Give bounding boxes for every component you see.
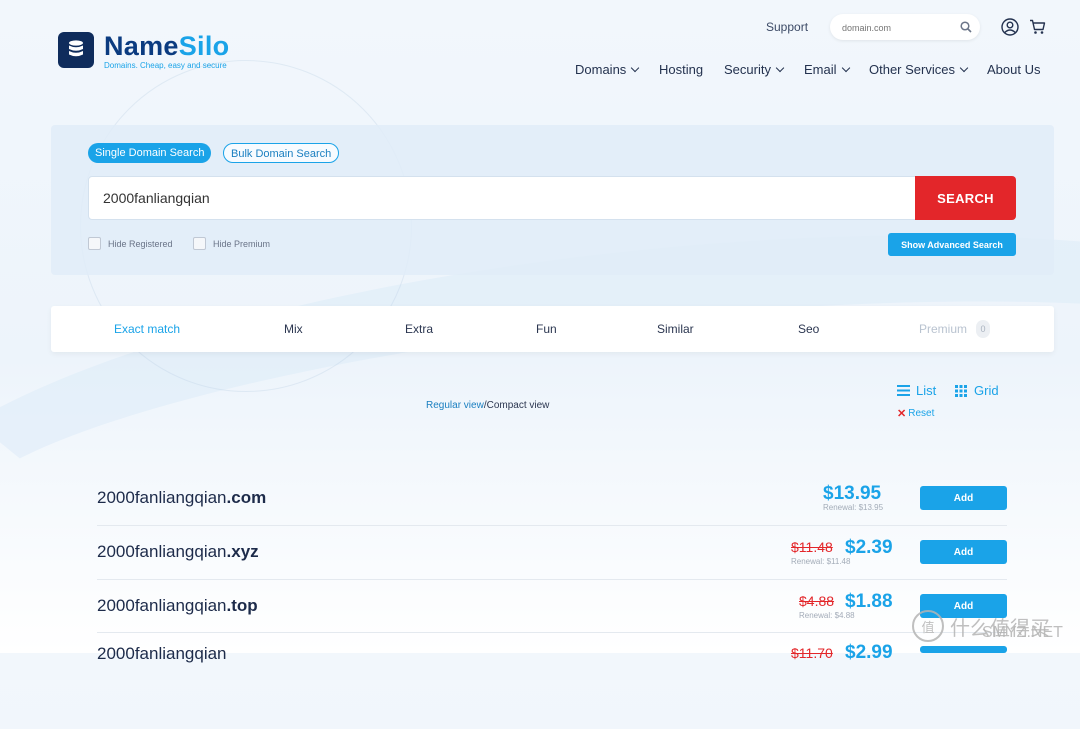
premium-count-badge: 0 [976,320,990,338]
domain-price: $2.99 [845,642,893,663]
tab-mix[interactable]: Mix [284,322,303,336]
tab-fun[interactable]: Fun [536,322,557,336]
renewal-price: Renewal: $13.95 [823,503,884,512]
tab-similar[interactable]: Similar [657,322,694,336]
brand-logo[interactable]: NameSilo Domains. Cheap, easy and secure [58,32,229,70]
chevron-down-icon [959,63,969,72]
show-advanced-search-button[interactable]: Show Advanced Search [888,233,1016,256]
list-icon [897,385,910,396]
renewal-price: Renewal: $4.88 [799,611,855,620]
add-to-cart-button[interactable]: Add [920,486,1007,510]
compact-view-link[interactable]: Compact view [487,400,550,411]
original-price: $4.88 [799,593,835,609]
nav-security[interactable]: Security [724,62,785,77]
hide-premium-checkbox[interactable]: Hide Premium [193,237,270,250]
search-button[interactable]: SEARCH [915,176,1016,220]
tab-seo[interactable]: Seo [798,322,819,336]
domain-search-input[interactable] [101,189,885,207]
row-divider [97,579,1007,580]
nav-other-services[interactable]: Other Services [869,62,969,77]
support-link[interactable]: Support [766,20,808,34]
row-divider [97,525,1007,526]
tab-premium[interactable]: Premium [919,322,967,336]
single-domain-search-toggle[interactable]: Single Domain Search [88,143,212,163]
domain-price: $13.95 [823,483,882,504]
close-icon: ✕ [897,408,907,420]
grid-view-toggle[interactable]: Grid [955,383,999,398]
view-mode-links: Regular view/Compact view [426,400,550,411]
regular-view-link[interactable]: Regular view [426,400,484,411]
header-search [830,14,980,40]
nav-about-us[interactable]: About Us [987,62,1040,77]
reset-link[interactable]: ✕ Reset [897,407,934,420]
renewal-price: Renewal: $11.48 [791,557,851,566]
brand-name: NameSilo [104,31,230,61]
hide-registered-checkbox[interactable]: Hide Registered [88,237,173,250]
chevron-down-icon [841,63,850,72]
nav-email[interactable]: Email [804,62,850,77]
chevron-down-icon [631,63,640,72]
header-search-input[interactable] [840,19,956,37]
shopping-cart-icon[interactable] [1029,19,1046,40]
database-icon [58,32,94,68]
nav-domains[interactable]: Domains [575,62,640,77]
domain-name: 2000fanliangqian.xyz [97,542,259,561]
domain-name: 2000fanliangqian [97,644,227,663]
list-view-toggle[interactable]: List [897,383,936,398]
domain-name: 2000fanliangqian.top [97,596,258,615]
search-icon[interactable] [960,20,972,38]
checkbox-box[interactable] [193,237,206,250]
domain-name: 2000fanliangqian.com [97,488,267,507]
bulk-domain-search-toggle[interactable]: Bulk Domain Search [223,143,340,163]
user-account-icon[interactable] [1001,18,1019,41]
domain-price: $1.88 [845,591,893,612]
row-divider [97,632,1007,633]
site-watermark: 值 什么值得买 SMYZ.NET [912,610,1063,642]
tab-exact-match[interactable]: Exact match [114,322,180,336]
chevron-down-icon [775,63,785,72]
original-price: $11.70 [791,645,833,661]
tab-extra[interactable]: Extra [405,322,433,336]
checkbox-box[interactable] [88,237,101,250]
nav-hosting[interactable]: Hosting [659,62,703,77]
add-to-cart-button[interactable]: Add [920,540,1007,564]
grid-icon [955,384,967,397]
domain-price: $2.39 [845,537,893,558]
brand-tagline: Domains. Cheap, easy and secure [104,61,227,70]
domain-search-box [88,176,916,220]
add-to-cart-button[interactable] [920,646,1007,653]
original-price: $11.48 [791,539,833,555]
